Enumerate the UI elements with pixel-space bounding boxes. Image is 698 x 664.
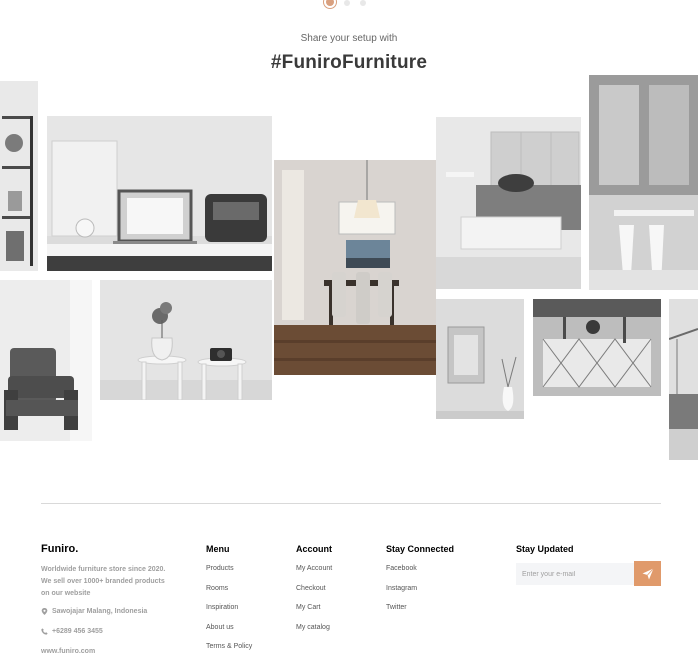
footer-address: Sawojajar Malang, Indonesia [41, 608, 147, 615]
carousel-dot-active[interactable] [326, 0, 334, 6]
gallery-photo-railing[interactable] [669, 299, 698, 460]
location-pin-icon [41, 608, 48, 615]
gallery-photo-armchair[interactable] [0, 280, 92, 441]
footer-link-inspiration[interactable]: Inspiration [206, 603, 252, 623]
footer-link-rooms[interactable]: Rooms [206, 584, 252, 604]
footer-about: Worldwide furniture store since 2020. We… [41, 566, 166, 597]
gallery-photo-window-dining[interactable] [589, 75, 698, 290]
footer-website-link[interactable]: www.funiro.com [41, 648, 95, 655]
gallery-photo-shelf[interactable] [0, 81, 38, 271]
footer-social-heading: Stay Connected [386, 544, 455, 554]
gallery-photo-bedroom[interactable] [436, 117, 581, 289]
footer-account-heading: Account [296, 544, 332, 554]
gallery-photo-stools[interactable] [100, 280, 272, 400]
footer-account-column: Account My Account Checkout My Cart My c… [296, 544, 332, 642]
footer-link-facebook[interactable]: Facebook [386, 564, 454, 584]
gallery-hashtag: #FuniroFurniture [270, 52, 428, 73]
footer-menu-heading: Menu [206, 544, 230, 554]
carousel-dot[interactable] [360, 0, 366, 6]
gallery-subtitle: Share your setup with [300, 33, 398, 44]
footer-website[interactable]: www.funiro.com [41, 648, 95, 655]
footer-link-terms-policy[interactable]: Terms & Policy [206, 642, 252, 662]
footer-social-column: Stay Connected Facebook Instagram Twitte… [386, 544, 454, 623]
carousel-dot[interactable] [344, 0, 350, 6]
footer-link-about-us[interactable]: About us [206, 623, 252, 643]
footer-newsletter-heading: Stay Updated [516, 544, 574, 554]
carousel-dots [326, 0, 366, 6]
footer-address-text: Sawojajar Malang, Indonesia [52, 608, 148, 615]
newsletter-email-input[interactable] [516, 563, 634, 585]
footer-link-twitter[interactable]: Twitter [386, 603, 454, 623]
footer-link-my-account[interactable]: My Account [296, 564, 332, 584]
footer-link-products[interactable]: Products [206, 564, 252, 584]
footer-newsletter-column: Stay Updated [516, 544, 574, 564]
gallery-photo-frame[interactable] [436, 299, 524, 419]
gallery-photo-desk[interactable] [47, 116, 272, 271]
newsletter-send-button[interactable] [634, 561, 661, 586]
footer-link-my-catalog[interactable]: My catalog [296, 623, 332, 643]
footer-divider [41, 503, 661, 504]
send-icon [642, 567, 654, 579]
footer-phone-text: +6289 456 3455 [52, 628, 103, 635]
footer-link-my-cart[interactable]: My Cart [296, 603, 332, 623]
footer-phone: +6289 456 3455 [41, 628, 103, 635]
gallery-photo-kitchen[interactable] [533, 299, 661, 396]
phone-icon [41, 628, 48, 635]
gallery-photo-dining[interactable] [274, 160, 436, 375]
footer-link-checkout[interactable]: Checkout [296, 584, 332, 604]
footer-brand[interactable]: Funiro. [41, 543, 78, 555]
footer-link-instagram[interactable]: Instagram [386, 584, 454, 604]
footer-menu-column: Menu Products Rooms Inspiration About us… [206, 544, 252, 662]
